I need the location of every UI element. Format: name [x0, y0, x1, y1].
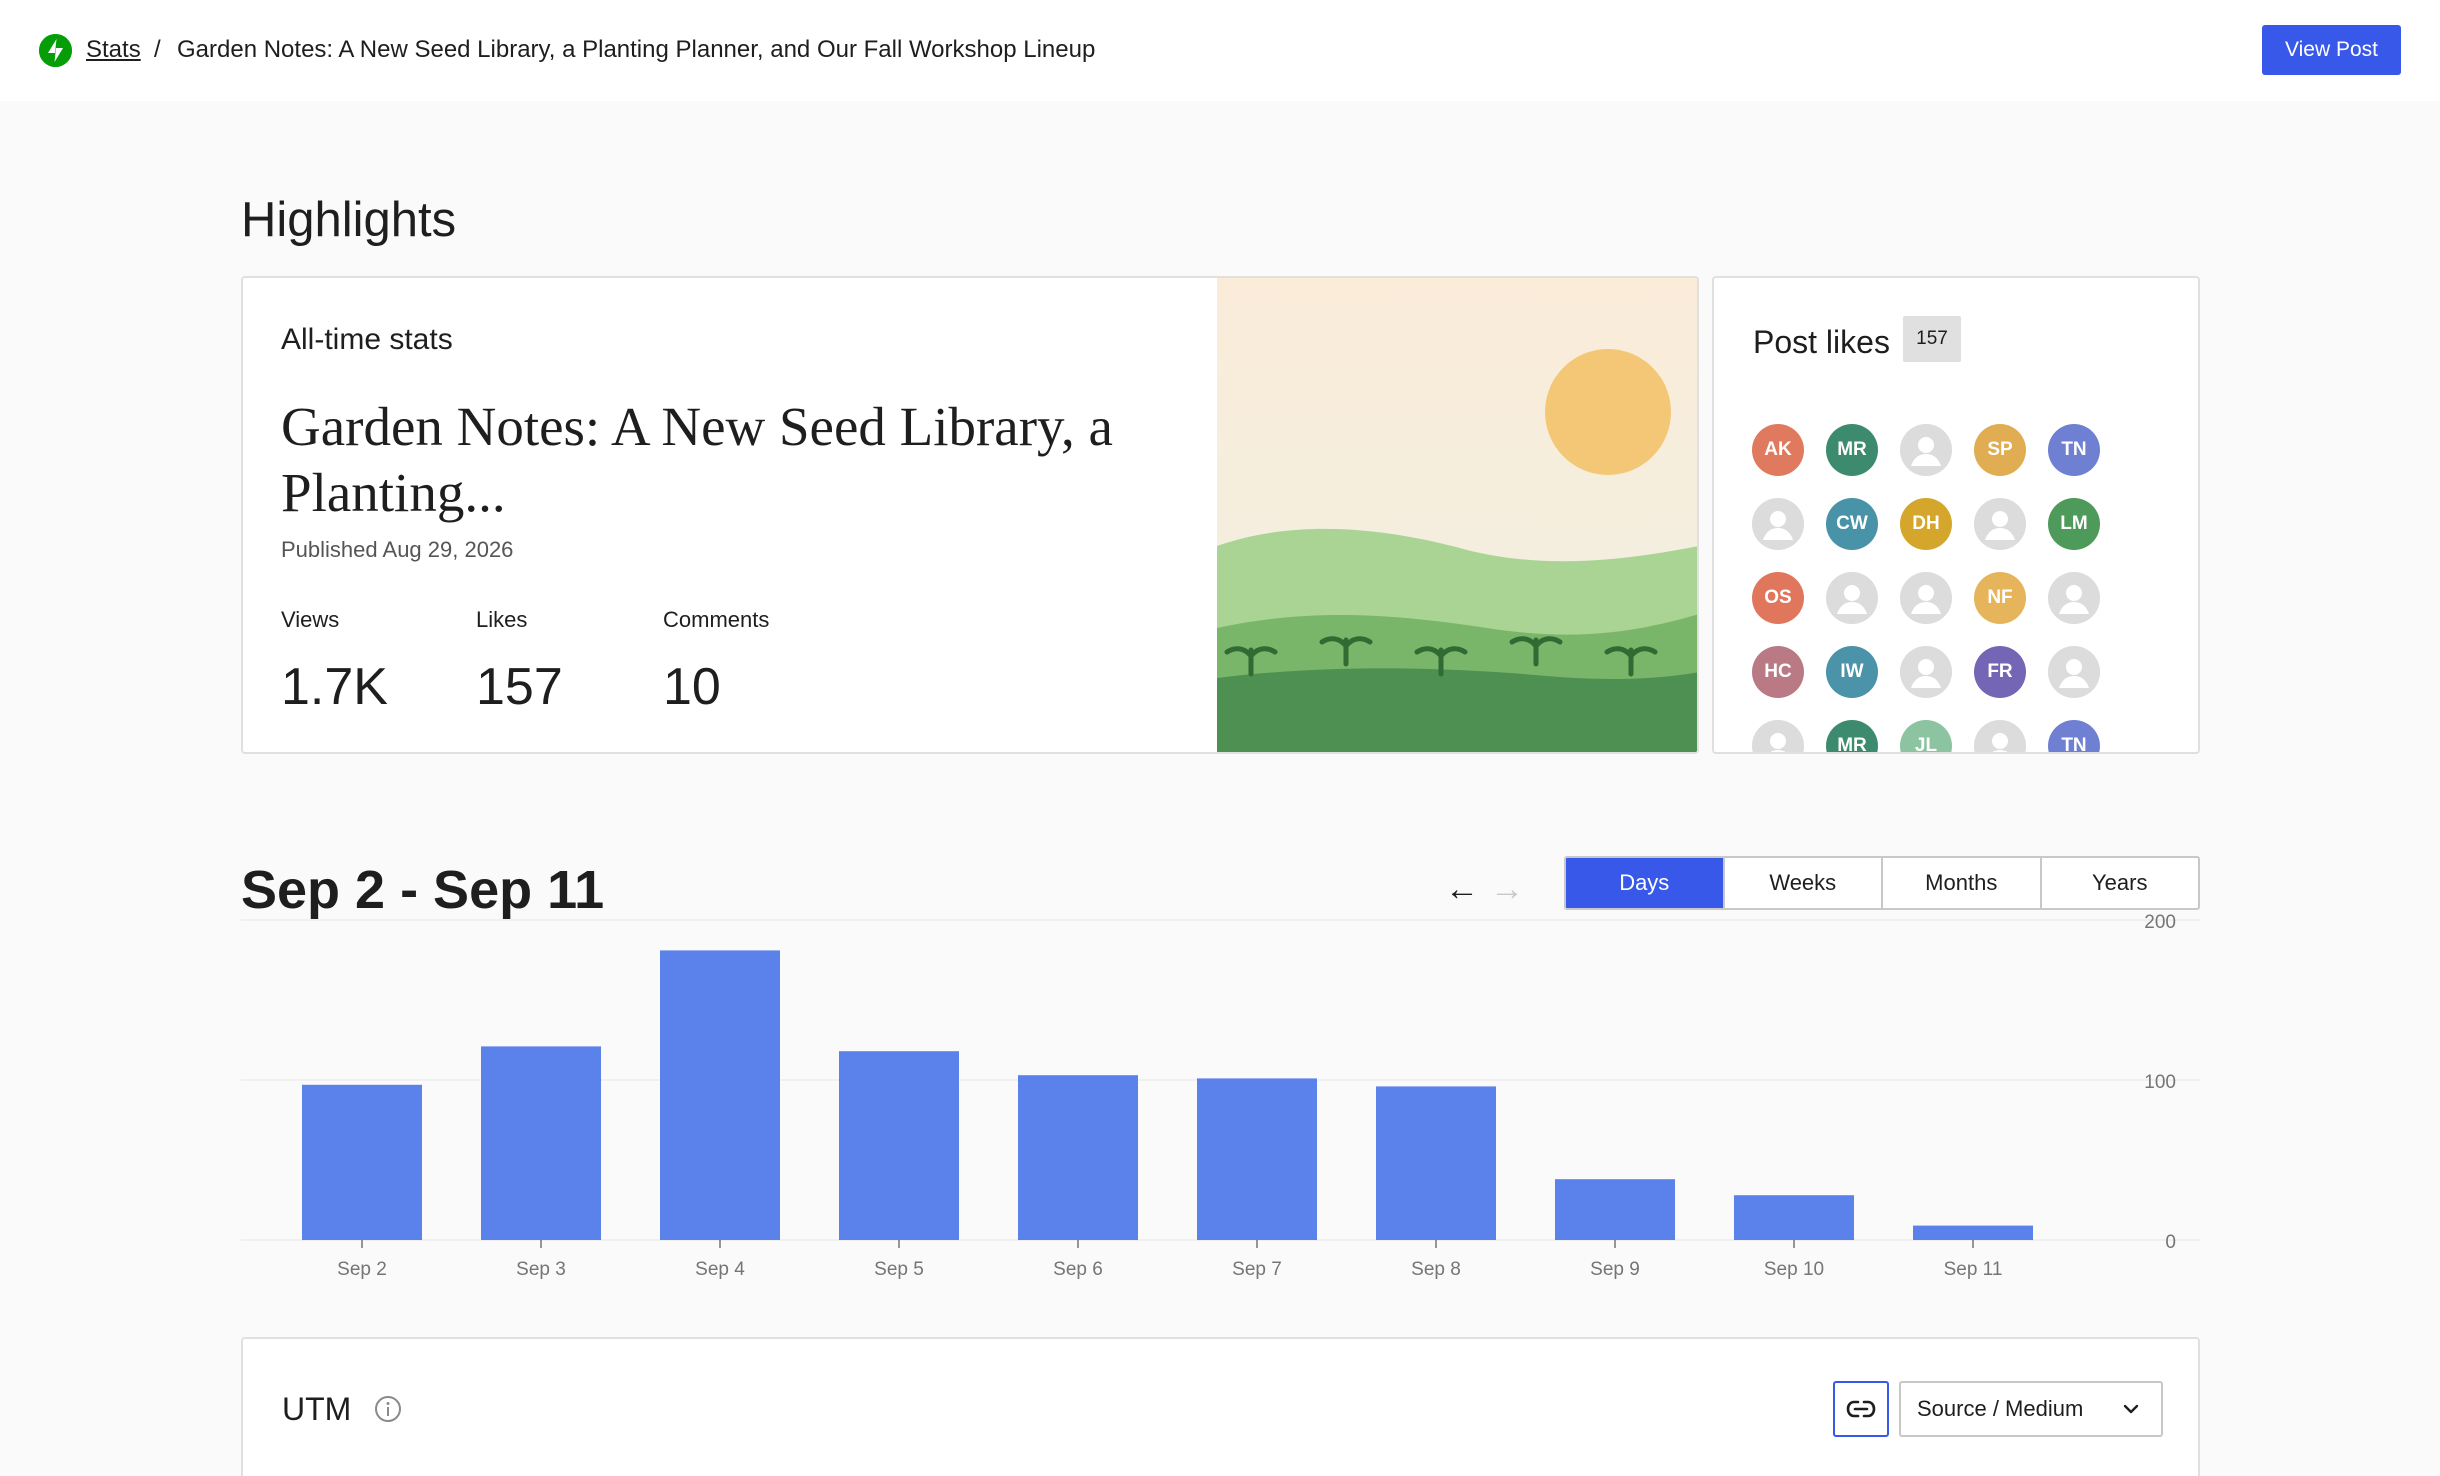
liker-avatar[interactable]: AK [1752, 424, 1804, 476]
all-time-stats-card: All-time stats Garden Notes: A New Seed … [241, 276, 1699, 754]
liker-avatar[interactable]: LM [2048, 498, 2100, 550]
utm-grouping-select-value: Source / Medium [1917, 1396, 2084, 1421]
liker-avatar[interactable]: OS [1752, 572, 1804, 624]
liker-avatar[interactable]: SP [1974, 424, 2026, 476]
comments-label: Comments [663, 607, 770, 632]
view-post-button[interactable]: View Post [2262, 25, 2401, 75]
default-avatar-icon[interactable] [1974, 720, 2026, 752]
utm-card: UTM Source / Medium [241, 1337, 2200, 1476]
period-years[interactable]: Years [2042, 858, 2199, 908]
period-weeks[interactable]: Weeks [1725, 858, 1883, 908]
jetpack-logo-icon [39, 34, 72, 67]
views-value: 1.7K [281, 658, 388, 716]
y-tick-label: 100 [2144, 1072, 2176, 1093]
period-months[interactable]: Months [1883, 858, 2042, 908]
default-avatar-icon[interactable] [1974, 498, 2026, 550]
chart-bar[interactable] [1913, 1225, 2033, 1240]
x-tick-label: Sep 9 [1590, 1259, 1640, 1280]
liker-avatar[interactable]: MR [1826, 720, 1878, 752]
default-avatar-icon[interactable] [1826, 572, 1878, 624]
liker-avatar[interactable]: CW [1826, 498, 1878, 550]
y-tick-label: 0 [2165, 1232, 2176, 1253]
views-metric: Views 1.7K [281, 606, 388, 718]
x-tick-label: Sep 3 [516, 1259, 566, 1280]
utm-grouping-select[interactable]: Source / Medium [1899, 1381, 2163, 1437]
top-bar: Stats / Garden Notes: A New Seed Library… [0, 0, 2440, 101]
default-avatar-icon[interactable] [1752, 720, 1804, 752]
chart-bar[interactable] [1734, 1195, 1854, 1240]
x-tick-label: Sep 5 [874, 1259, 924, 1280]
copy-link-button[interactable] [1833, 1381, 1889, 1437]
liker-avatar[interactable]: FR [1974, 646, 2026, 698]
x-tick-label: Sep 10 [1764, 1259, 1824, 1280]
utm-title: UTM [282, 1391, 352, 1427]
liker-avatar[interactable]: NF [1974, 572, 2026, 624]
breadcrumb-post-title: Garden Notes: A New Seed Library, a Plan… [177, 36, 1096, 63]
default-avatar-icon[interactable] [1900, 424, 1952, 476]
likes-metric: Likes 157 [476, 606, 563, 718]
x-tick-label: Sep 11 [1944, 1259, 2003, 1280]
liker-avatar[interactable]: DH [1900, 498, 1952, 550]
published-date: Published Aug 29, 2026 [281, 537, 514, 562]
default-avatar-icon[interactable] [1752, 498, 1804, 550]
breadcrumb-separator: / [154, 36, 161, 63]
chart-bar[interactable] [1555, 1179, 1675, 1240]
liker-avatar[interactable]: TN [2048, 720, 2100, 752]
y-tick-label: 200 [2144, 912, 2176, 933]
all-time-stats-label: All-time stats [281, 323, 453, 356]
info-icon[interactable] [374, 1395, 402, 1423]
chart-bar[interactable] [1376, 1086, 1496, 1240]
link-icon [1846, 1400, 1876, 1418]
comments-value: 10 [663, 658, 721, 716]
date-range-title: Sep 2 - Sep 11 [241, 860, 605, 920]
default-avatar-icon[interactable] [2048, 646, 2100, 698]
chart-bar[interactable] [302, 1084, 422, 1240]
default-avatar-icon[interactable] [1900, 572, 1952, 624]
chart-bar[interactable] [481, 1046, 601, 1240]
views-bar-chart-svg: 200 100 0 Sep 2 Sep 3 Sep 4 Sep 5 Sep 6 Sep 7 Sep… [241, 912, 2201, 1280]
breadcrumb-stats-link[interactable]: Stats [86, 35, 141, 65]
default-avatar-icon[interactable] [1900, 646, 1952, 698]
chart-bar[interactable] [1018, 1075, 1138, 1240]
views-label: Views [281, 607, 340, 632]
chart-bar[interactable] [1197, 1078, 1317, 1240]
x-tick-label: Sep 6 [1053, 1259, 1103, 1280]
x-tick-label: Sep 8 [1411, 1259, 1461, 1280]
liker-avatar[interactable]: TN [2048, 424, 2100, 476]
x-tick-label: Sep 7 [1232, 1259, 1282, 1280]
chart-bar[interactable] [839, 1051, 959, 1240]
x-tick-label: Sep 2 [337, 1259, 387, 1280]
next-period-arrow-icon[interactable]: → [1490, 870, 1524, 908]
chart-bar[interactable] [660, 950, 780, 1240]
liker-avatar[interactable]: HC [1752, 646, 1804, 698]
highlights-heading: Highlights [241, 193, 457, 247]
liker-avatar[interactable]: IW [1826, 646, 1878, 698]
post-likes-card: Post likes 157 AK MR SP TN CW DH LM OS NF HC IW FR M… [1712, 276, 2200, 754]
post-likes-title: Post likes [1753, 324, 1890, 360]
post-likes-count-badge: 157 [1903, 316, 1961, 362]
period-segmented-control: Days Weeks Months Years [1564, 856, 2200, 910]
comments-metric: Comments 10 [663, 606, 769, 718]
likes-value: 157 [476, 658, 563, 716]
default-avatar-icon[interactable] [2048, 572, 2100, 624]
period-days[interactable]: Days [1566, 858, 1725, 908]
post-title: Garden Notes: A New Seed Library, a Plan… [281, 396, 1113, 523]
x-tick-label: Sep 4 [695, 1259, 745, 1280]
views-bar-chart: 200 100 0 Sep 2 Sep 3 Sep 4 Sep 5 Sep 6 Sep 7 Sep… [241, 912, 2201, 1290]
previous-period-arrow-icon[interactable]: ← [1445, 870, 1479, 908]
likes-label: Likes [476, 607, 528, 632]
liker-avatar[interactable]: JL [1900, 720, 1952, 752]
liker-avatar[interactable]: MR [1826, 424, 1878, 476]
post-featured-image [1217, 278, 1697, 752]
chevron-down-icon [2123, 1404, 2139, 1414]
